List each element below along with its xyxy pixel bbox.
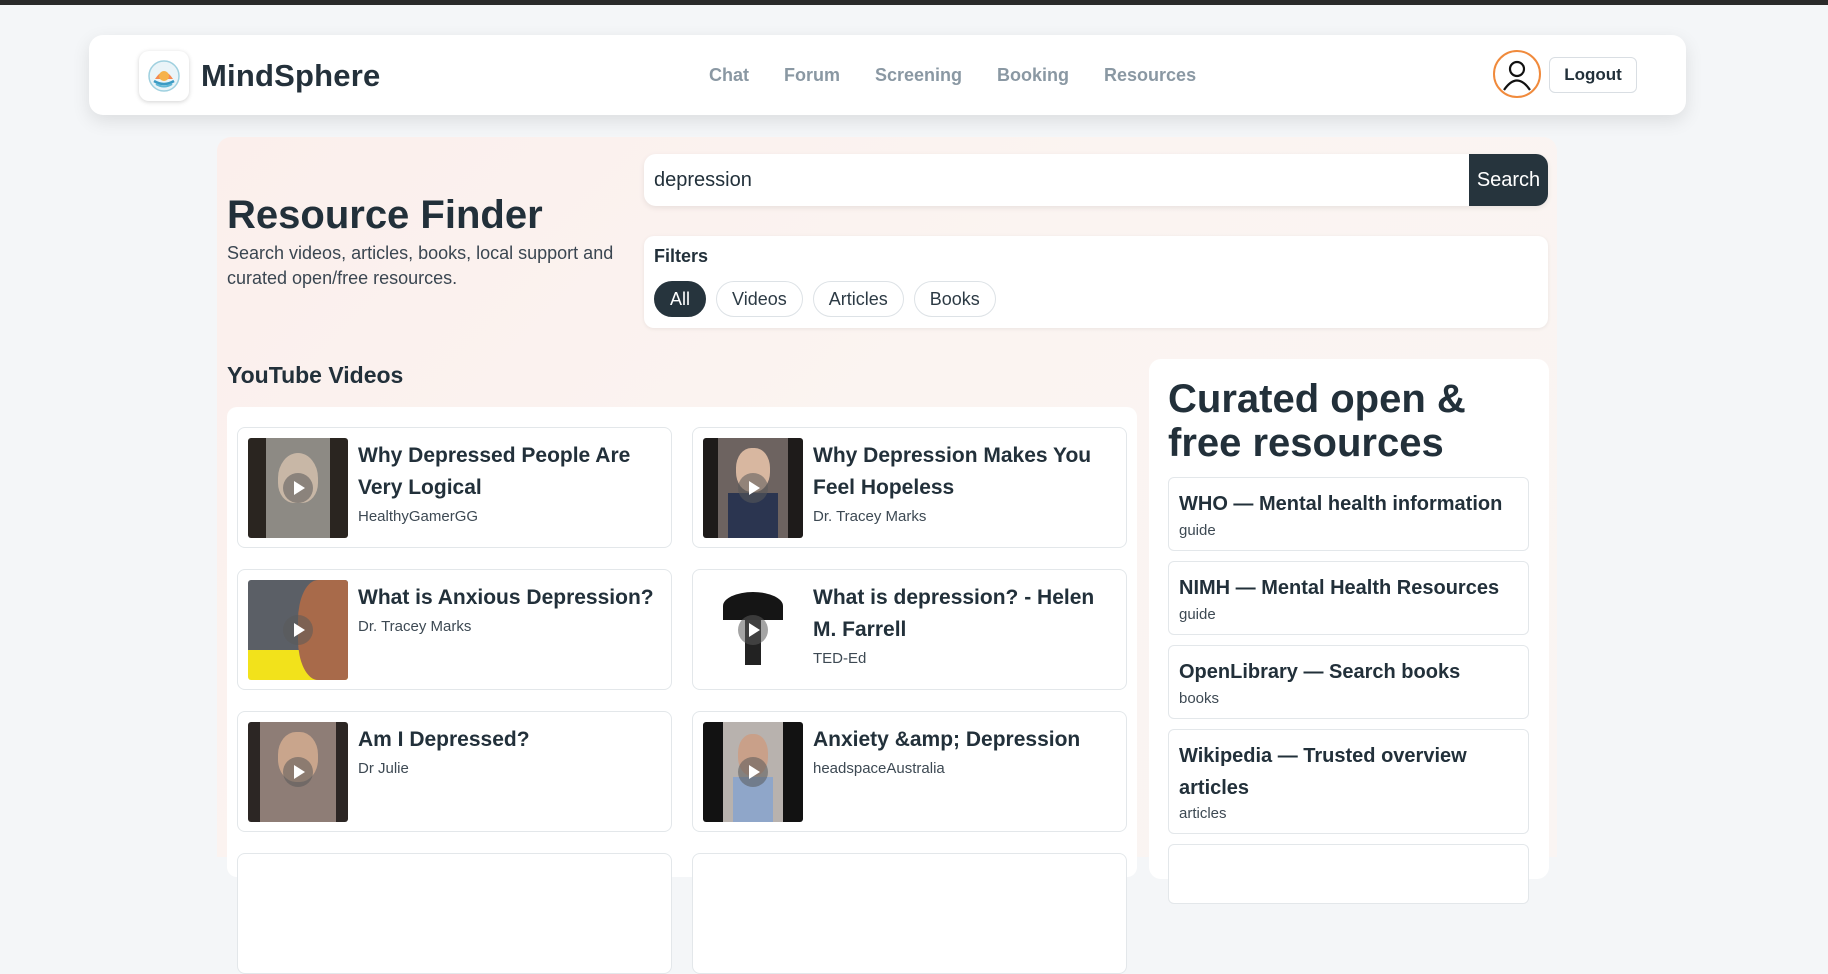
video-title[interactable]: What is depression? - Helen M. Farrell — [813, 582, 1118, 646]
video-card[interactable]: Why Depression Makes You Feel Hopeless D… — [692, 427, 1127, 548]
search-input[interactable] — [644, 154, 1470, 206]
resource-card[interactable]: OpenLibrary — Search books books — [1168, 645, 1529, 719]
page-subtitle: Search videos, articles, books, local su… — [227, 243, 614, 288]
play-icon — [738, 473, 768, 503]
video-channel: Dr. Tracey Marks — [813, 508, 927, 525]
resource-finder-panel: Resource Finder Search videos, articles,… — [217, 137, 1557, 974]
video-thumbnail[interactable] — [248, 580, 348, 680]
resource-card[interactable] — [1168, 844, 1529, 904]
resource-tag: books — [1179, 690, 1220, 707]
resource-title[interactable]: NIMH — Mental Health Resources — [1179, 572, 1519, 604]
video-card[interactable]: Why Depressed People Are Very Logical He… — [237, 427, 672, 548]
video-channel: headspaceAustralia — [813, 760, 945, 777]
video-card[interactable] — [692, 853, 1127, 974]
filter-chips: All Videos Articles Books — [654, 281, 1006, 317]
video-channel: Dr Julie — [358, 760, 409, 777]
resource-tag: guide — [1179, 606, 1216, 623]
user-avatar[interactable] — [1493, 50, 1541, 98]
filters-label: Filters — [654, 246, 709, 266]
curated-title: Curated open & free resources — [1168, 377, 1466, 465]
play-icon — [738, 757, 768, 787]
resource-card[interactable]: NIMH — Mental Health Resources guide — [1168, 561, 1529, 635]
filter-chip-videos[interactable]: Videos — [716, 281, 803, 317]
filter-chip-all[interactable]: All — [654, 281, 707, 317]
filter-chip-books[interactable]: Books — [913, 281, 996, 317]
main-nav: Chat Forum Screening Booking Resources — [709, 35, 1231, 115]
nav-screening[interactable]: Screening — [875, 65, 962, 86]
brand-name: MindSphere — [201, 58, 381, 93]
resource-card[interactable]: Wikipedia — Trusted overview articles ar… — [1168, 729, 1529, 834]
videos-section-title: YouTube Videos — [227, 362, 404, 388]
video-card[interactable]: Am I Depressed? Dr Julie — [237, 711, 672, 832]
resource-tag: guide — [1179, 522, 1216, 539]
page-title: Resource Finder — [227, 193, 543, 237]
video-title[interactable]: Anxiety &amp; Depression — [813, 724, 1118, 756]
video-title[interactable]: Am I Depressed? — [358, 724, 663, 756]
nav-chat[interactable]: Chat — [709, 65, 749, 86]
video-thumbnail[interactable] — [248, 722, 348, 822]
videos-grid: Why Depressed People Are Very Logical He… — [227, 407, 1137, 974]
video-thumbnail[interactable] — [248, 438, 348, 538]
video-thumbnail[interactable] — [703, 722, 803, 822]
brand[interactable]: MindSphere — [139, 51, 380, 101]
resource-title[interactable]: OpenLibrary — Search books — [1179, 656, 1519, 688]
resource-title[interactable]: Wikipedia — Trusted overview articles — [1179, 740, 1519, 804]
resource-tag: articles — [1179, 805, 1227, 822]
resource-title[interactable]: WHO — Mental health information — [1179, 488, 1519, 520]
video-card[interactable] — [237, 853, 672, 974]
nav-booking[interactable]: Booking — [997, 65, 1069, 86]
search-button[interactable]: Search — [1469, 154, 1548, 206]
logout-button[interactable]: Logout — [1549, 57, 1637, 93]
video-title[interactable]: Why Depression Makes You Feel Hopeless — [813, 440, 1118, 504]
filters-panel: Filters All Videos Articles Books — [644, 236, 1548, 328]
video-thumbnail[interactable] — [703, 580, 803, 680]
play-icon — [283, 757, 313, 787]
brain-sun-logo-icon — [139, 51, 189, 101]
nav-resources[interactable]: Resources — [1104, 65, 1196, 86]
search-bar: Search — [644, 154, 1548, 206]
top-navbar: MindSphere Chat Forum Screening Booking … — [89, 35, 1686, 115]
video-channel: TED-Ed — [813, 650, 867, 667]
filter-chip-articles[interactable]: Articles — [812, 281, 904, 317]
video-card[interactable]: What is depression? - Helen M. Farrell T… — [692, 569, 1127, 690]
video-thumbnail[interactable] — [703, 438, 803, 538]
curated-resources-panel: Curated open & free resources WHO — Ment… — [1149, 359, 1549, 904]
play-icon — [283, 615, 313, 645]
video-card[interactable]: Anxiety &amp; Depression headspaceAustra… — [692, 711, 1127, 832]
video-title[interactable]: Why Depressed People Are Very Logical — [358, 440, 663, 504]
play-icon — [738, 615, 768, 645]
video-channel: HealthyGamerGG — [358, 508, 479, 525]
video-channel: Dr. Tracey Marks — [358, 618, 472, 635]
window-top-border — [0, 0, 1828, 5]
user-icon — [1503, 60, 1531, 91]
play-icon — [283, 473, 313, 503]
video-title[interactable]: What is Anxious Depression? — [358, 582, 663, 614]
video-card[interactable]: What is Anxious Depression? Dr. Tracey M… — [237, 569, 672, 690]
resource-card[interactable]: WHO — Mental health information guide — [1168, 477, 1529, 551]
nav-forum[interactable]: Forum — [784, 65, 840, 86]
